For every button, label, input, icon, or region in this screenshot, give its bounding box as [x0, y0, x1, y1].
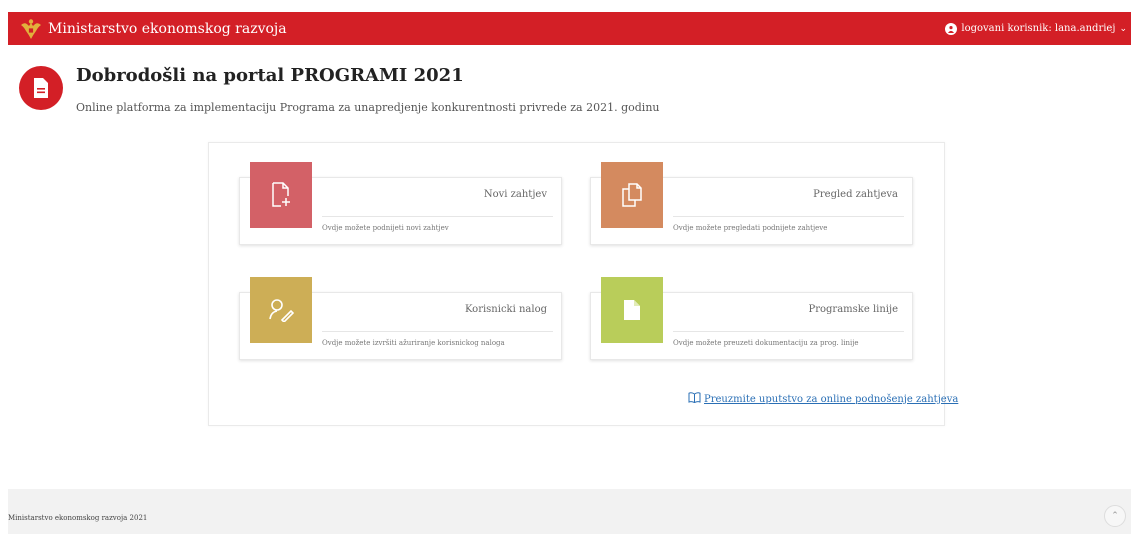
- manual-link-text[interactable]: Preuzmite uputstvo za online podnošenje …: [704, 394, 958, 405]
- chevron-up-icon: ⌃: [1111, 511, 1119, 521]
- scroll-to-top-button[interactable]: ⌃: [1104, 505, 1126, 527]
- coat-of-arms-icon[interactable]: [20, 18, 42, 40]
- top-navbar: Ministarstvo ekonomskog razvoja logovani…: [8, 12, 1131, 45]
- card-title: Korisnicki nalog: [464, 304, 547, 315]
- document-icon: [19, 66, 63, 110]
- card-divider: [322, 216, 553, 217]
- brand-title[interactable]: Ministarstvo ekonomskog razvoja: [48, 21, 287, 37]
- card-title: Pregled zahtjeva: [813, 189, 898, 200]
- card-programske-linije[interactable]: Programske linije Ovdje možete preuzeti …: [590, 277, 913, 360]
- page-title: Dobrodošli na portal PROGRAMI 2021: [76, 65, 464, 86]
- user-label: logovani korisnik: lana.andriej: [961, 23, 1116, 34]
- card-novi-zahtjev[interactable]: Novi zahtjev Ovdje možete podnijeti novi…: [239, 162, 562, 245]
- card-divider: [673, 331, 904, 332]
- card-title: Novi zahtjev: [483, 189, 547, 200]
- card-pregled-zahtjeva[interactable]: Pregled zahtjeva Ovdje možete pregledati…: [590, 162, 913, 245]
- card-description: Ovdje možete podnijeti novi zahtjev: [322, 224, 449, 232]
- footer: Ministarstvo ekonomskog razvoja 2021: [8, 489, 1131, 534]
- card-divider: [322, 331, 553, 332]
- card-korisnicki-nalog[interactable]: Korisnicki nalog Ovdje možete izvršiti a…: [239, 277, 562, 360]
- card-description: Ovdje možete izvršiti ažuriranje korisni…: [322, 339, 505, 347]
- chevron-down-icon[interactable]: ⌄: [1119, 24, 1127, 34]
- manual-download-link[interactable]: Preuzmite uputstvo za online podnošenje …: [688, 392, 958, 406]
- user-menu[interactable]: logovani korisnik: lana.andriej ⌄: [945, 22, 1131, 35]
- footer-text: Ministarstvo ekonomskog razvoja 2021: [8, 514, 148, 522]
- card-title: Programske linije: [808, 304, 899, 315]
- card-divider: [673, 216, 904, 217]
- card-description: Ovdje možete pregledati podnijete zahtje…: [673, 224, 828, 232]
- files-copy-icon: [601, 162, 663, 228]
- user-avatar-icon: [945, 22, 958, 35]
- page-subtitle: Online platforma za implementaciju Progr…: [76, 101, 660, 114]
- document-icon: [601, 277, 663, 343]
- card-description: Ovdje možete preuzeti dokumentaciju za p…: [673, 339, 859, 347]
- file-plus-icon: [250, 162, 312, 228]
- user-edit-icon: [250, 277, 312, 343]
- book-icon: [688, 392, 701, 406]
